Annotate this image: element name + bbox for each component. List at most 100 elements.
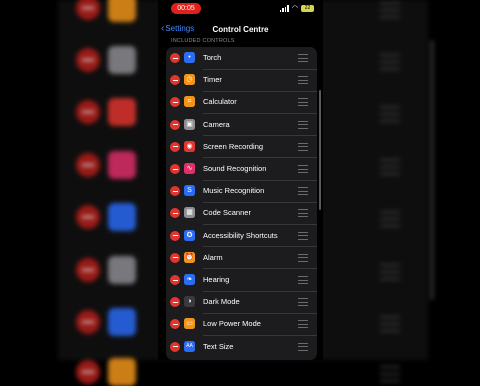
control-label: Text Size [203,341,234,351]
control-label: Low Power Mode [203,319,261,329]
status-icons: ◠ 22 [279,4,314,12]
reorder-handle-icon[interactable] [298,276,308,284]
background-record-icon [108,98,136,126]
phone-screen: 00:05 ◠ 22 ‹ Settings Control Centre INC… [158,0,323,360]
background-remove-button [76,310,100,334]
control-label: Camera [203,119,230,129]
sound-recognition-icon: ∿ [184,163,195,174]
background-alarm-icon [108,358,136,386]
remove-control-button[interactable] [170,341,180,352]
dark-mode-icon: ◑ [184,296,195,308]
control-row[interactable]: ◷ Timer [166,69,317,92]
remove-control-button[interactable] [170,275,180,285]
remove-control-button[interactable] [170,230,180,241]
background-reorder-handle-icon [380,316,400,332]
remove-control-button[interactable] [170,297,180,308]
screen-recording-indicator[interactable]: 00:05 [171,3,201,14]
control-label: Sound Recognition [203,164,267,173]
remove-control-button[interactable] [170,75,180,86]
control-label: Calculator [203,97,237,107]
control-row[interactable]: ▭ Low Power Mode [166,313,317,336]
remove-control-button[interactable] [170,97,180,108]
wifi-icon: ◠ [291,5,298,12]
control-row[interactable]: ⌗ Calculator [166,91,317,114]
remove-control-button[interactable] [170,252,180,263]
battery-icon: 22 [301,4,314,12]
background-calculator-icon [108,0,136,22]
status-bar: 00:05 ◠ 22 [158,0,323,16]
navigation-bar: ‹ Settings Control Centre [158,20,323,40]
reorder-handle-icon[interactable] [298,120,308,129]
background-remove-button [76,360,100,384]
reorder-handle-icon[interactable] [298,76,308,85]
reorder-handle-icon[interactable] [298,298,308,307]
control-label: Screen Recording [203,141,264,151]
reorder-handle-icon[interactable] [298,165,308,173]
control-row[interactable]: ▦ Code Scanner [166,202,317,225]
included-controls-list: • Torch ◷ Timer ⌗ Calculator ▣ Camera ◉ Screen Re… [166,47,317,360]
background-remove-button [76,205,100,229]
control-row[interactable]: • Torch [166,47,317,69]
reorder-handle-icon[interactable] [298,253,308,262]
background-qr-code-icon [108,256,136,284]
background-reorder-handle-icon [380,2,400,18]
remove-control-button[interactable] [170,141,180,152]
control-label: Music Recognition [203,186,265,196]
remove-control-button[interactable] [170,119,180,130]
control-row[interactable]: ∿ Sound Recognition [166,158,317,180]
control-label: Accessibility Shortcuts [203,230,278,240]
section-header: INCLUDED CONTROLS [171,38,235,44]
background-remove-button [76,258,100,282]
cellular-signal-icon [279,4,289,12]
reorder-handle-icon[interactable] [298,209,308,218]
text-size-icon: AA [184,340,195,352]
reorder-handle-icon[interactable] [298,98,308,107]
accessibility-icon: ✪ [184,229,195,241]
control-label: Code Scanner [203,208,251,218]
control-row[interactable]: ❧ Hearing [166,269,317,291]
ear-icon: ❧ [184,274,195,285]
background-accessibility-icon [108,308,136,336]
record-icon: ◉ [184,140,195,152]
reorder-handle-icon[interactable] [298,231,308,240]
background-sound-recognition-icon [108,151,136,179]
background-remove-button [76,153,100,177]
control-row[interactable]: ✪ Accessibility Shortcuts [166,225,317,247]
reorder-handle-icon[interactable] [298,142,308,151]
reorder-handle-icon[interactable] [298,187,308,196]
background-reorder-handle-icon [380,159,400,175]
control-row[interactable]: AA Text Size [166,336,317,358]
control-label: Dark Mode [203,297,240,307]
background-remove-button [76,100,100,124]
scrollbar[interactable] [319,90,321,210]
control-row[interactable]: ▣ Camera [166,114,317,136]
remove-control-button[interactable] [170,53,180,63]
reorder-handle-icon[interactable] [298,54,308,62]
calculator-icon: ⌗ [184,96,195,108]
remove-control-button[interactable] [170,208,180,219]
control-row[interactable]: S Music Recognition [166,180,317,203]
background-reorder-handle-icon [380,106,400,122]
control-row[interactable]: ⏰ Alarm [166,247,317,269]
background-reorder-handle-icon [380,211,400,227]
reorder-handle-icon[interactable] [298,320,308,329]
background-camera-icon [108,46,136,74]
page-title: Control Centre [212,25,269,34]
control-row[interactable]: ◉ Screen Recording [166,136,317,158]
battery-icon: ▭ [184,318,195,330]
camera-icon: ▣ [184,118,195,130]
background-shazam-icon [108,203,136,231]
remove-control-button[interactable] [170,186,180,197]
remove-control-button[interactable] [170,164,180,174]
reorder-handle-icon[interactable] [298,342,308,351]
background-remove-button [76,48,100,72]
remove-control-button[interactable] [170,319,180,330]
timer-icon: ◷ [184,74,195,86]
control-label: Alarm [203,252,223,262]
control-label: Torch [203,53,222,62]
control-row[interactable]: ◑ Dark Mode [166,291,317,314]
control-label: Timer [203,75,222,85]
flashlight-icon: • [184,52,195,63]
background-reorder-handle-icon [380,264,400,280]
background-reorder-handle-icon [380,54,400,70]
